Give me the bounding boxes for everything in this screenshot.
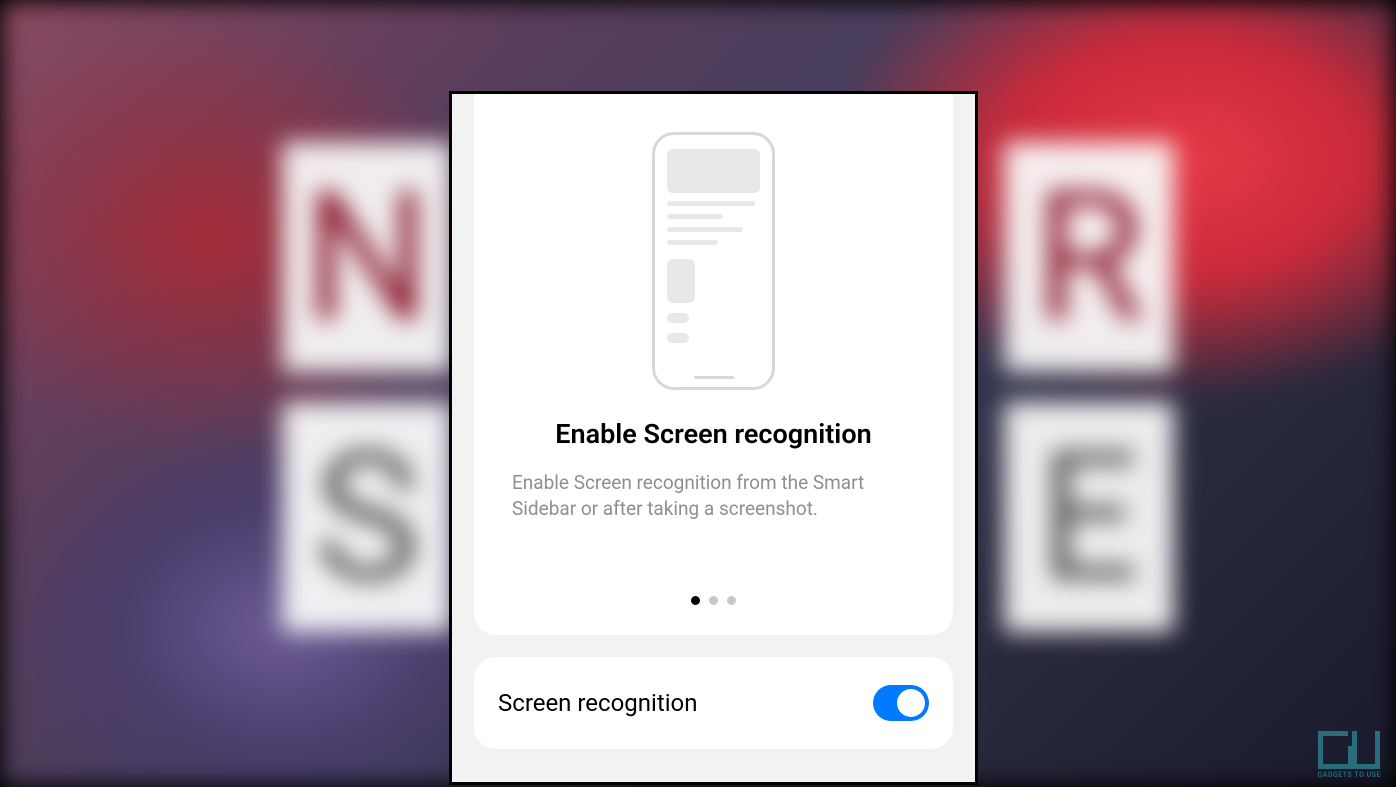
watermark-text: GADGETS TO USE <box>1318 771 1381 779</box>
bg-letter-n: N <box>282 142 452 372</box>
phone-screenshot-frame: Enable Screen recognition Enable Screen … <box>449 91 978 785</box>
onboarding-card[interactable]: Enable Screen recognition Enable Screen … <box>474 94 953 635</box>
onboarding-title: Enable Screen recognition <box>555 418 871 450</box>
toggle-knob <box>897 689 925 717</box>
toggle-label: Screen recognition <box>498 689 697 717</box>
screen-recognition-toggle[interactable] <box>873 685 929 721</box>
watermark-logo: GADGETS TO USE <box>1318 731 1381 779</box>
page-dot-3[interactable] <box>727 596 736 605</box>
bg-letter-s: S <box>282 402 452 632</box>
page-dot-2[interactable] <box>709 596 718 605</box>
page-dot-1[interactable] <box>691 596 700 605</box>
phone-illustration-icon <box>652 132 775 390</box>
bg-letter-e: E <box>1004 402 1174 632</box>
gu-logo-icon <box>1318 731 1380 769</box>
page-indicator[interactable] <box>691 596 736 605</box>
settings-screen: Enable Screen recognition Enable Screen … <box>452 94 975 782</box>
onboarding-description: Enable Screen recognition from the Smart… <box>512 470 915 521</box>
bg-letter-r: R <box>1004 142 1174 372</box>
screen-recognition-row[interactable]: Screen recognition <box>474 657 953 749</box>
